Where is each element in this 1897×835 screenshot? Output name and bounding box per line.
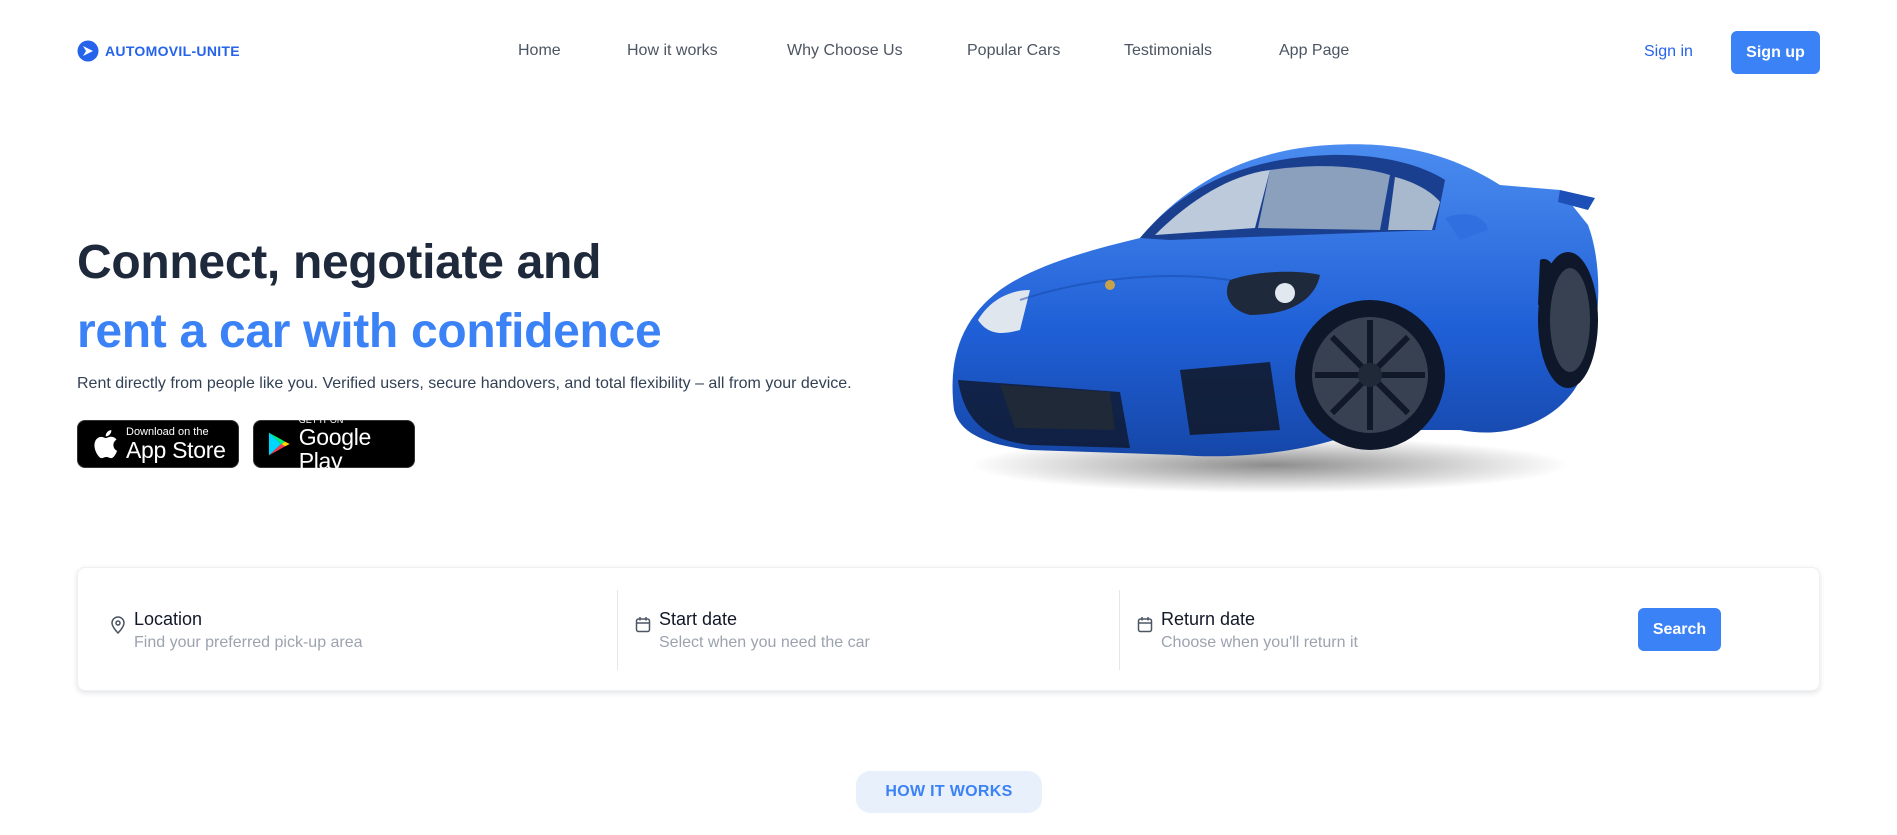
main-nav: Home How it works Why Choose Us Popular … [0, 42, 1897, 66]
app-store-button[interactable]: Download on the App Store [77, 420, 239, 468]
google-play-icon [268, 432, 290, 456]
location-hint: Find your preferred pick-up area [134, 634, 363, 651]
apple-icon [94, 430, 118, 459]
hero-subtitle: Rent directly from people like you. Veri… [77, 375, 852, 392]
how-it-works-badge: HOW IT WORKS [856, 771, 1042, 813]
return-date-field[interactable]: Return date Choose when you'll return it [1137, 594, 1607, 666]
return-date-label: Return date [1161, 609, 1256, 629]
start-date-hint: Select when you need the car [659, 634, 870, 651]
hero-car-image [952, 144, 1599, 493]
signup-button[interactable]: Sign up [1731, 31, 1820, 74]
google-play-button[interactable]: GET IT ON Google Play [253, 415, 415, 473]
location-field[interactable]: Location Find your preferred pick-up are… [110, 594, 610, 666]
googleplay-big-text: Google Play [298, 424, 372, 474]
appstore-big-text: App Store [126, 437, 226, 463]
nav-testimonials[interactable]: Testimonials [1124, 42, 1212, 60]
return-date-hint: Choose when you'll return it [1161, 634, 1358, 651]
nav-popular-cars[interactable]: Popular Cars [967, 42, 1060, 60]
hero-title-line2: rent a car with confidence [77, 305, 662, 358]
nav-why-choose-us[interactable]: Why Choose Us [787, 42, 903, 60]
start-date-field[interactable]: Start date Select when you need the car [635, 594, 1115, 666]
start-date-label: Start date [659, 609, 738, 629]
calendar-icon [1137, 617, 1153, 633]
search-divider [617, 590, 618, 670]
search-divider [1119, 590, 1120, 670]
search-button[interactable]: Search [1638, 608, 1721, 651]
nav-app-page[interactable]: App Page [1279, 42, 1349, 60]
calendar-icon [635, 617, 651, 633]
nav-how-it-works[interactable]: How it works [627, 42, 718, 60]
hero-title-line1: Connect, negotiate and [77, 236, 602, 289]
nav-home[interactable]: Home [518, 42, 561, 60]
hero-title: Connect, negotiate and rent a car with c… [77, 228, 662, 366]
search-card: Location Find your preferred pick-up are… [77, 567, 1820, 691]
location-label: Location [134, 609, 203, 629]
map-pin-icon [111, 616, 125, 634]
signin-link[interactable]: Sign in [1644, 43, 1693, 61]
site-header: AUTOMOVIL-UNITE Home How it works Why Ch… [0, 0, 1897, 106]
